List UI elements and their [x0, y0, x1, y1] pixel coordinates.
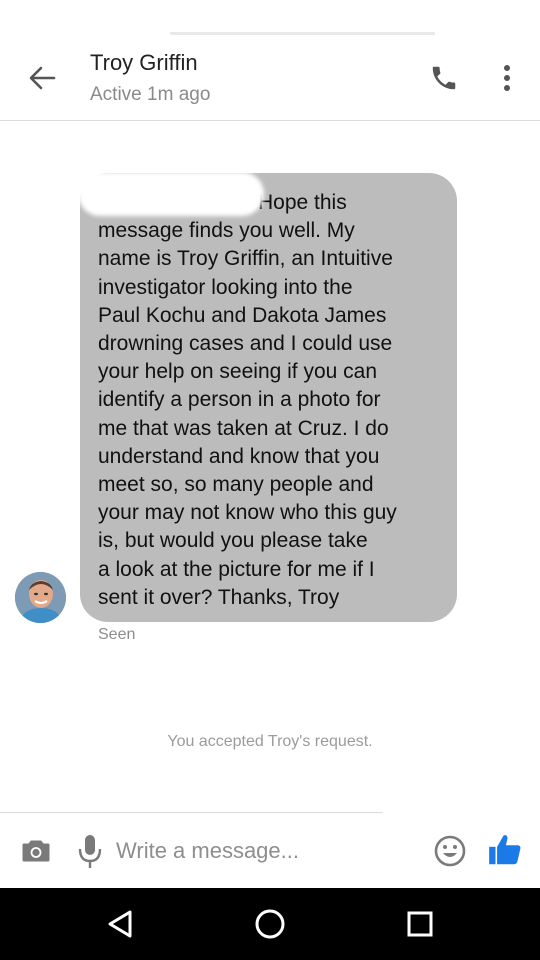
seen-receipt: Seen [98, 626, 136, 643]
nav-back-icon[interactable] [102, 906, 138, 942]
conversation-header: Troy Griffin Active 1m ago [0, 0, 540, 121]
message-text: Hope this message finds you well. My nam… [98, 191, 397, 609]
message-bubble[interactable]: Hope this message finds you well. My nam… [80, 173, 457, 622]
active-status: Active 1m ago [90, 84, 211, 105]
contact-name[interactable]: Troy Griffin [90, 50, 198, 76]
message-input[interactable] [116, 835, 416, 867]
system-navigation-bar [0, 888, 540, 960]
camera-icon[interactable] [18, 833, 54, 869]
nav-recents-icon[interactable] [402, 906, 438, 942]
arrow-left-icon[interactable] [22, 60, 62, 96]
nav-home-icon[interactable] [252, 906, 288, 942]
emoji-icon[interactable] [432, 833, 468, 869]
system-notice: You accepted Troy's request. [167, 733, 373, 750]
message-composer [0, 813, 540, 888]
more-vert-icon[interactable] [493, 60, 521, 96]
redaction-mark [78, 172, 264, 216]
top-divider [170, 32, 435, 35]
phone-icon[interactable] [426, 60, 462, 96]
thumbs-up-icon[interactable] [486, 831, 524, 869]
mic-icon[interactable] [76, 831, 104, 871]
avatar[interactable] [15, 572, 66, 623]
